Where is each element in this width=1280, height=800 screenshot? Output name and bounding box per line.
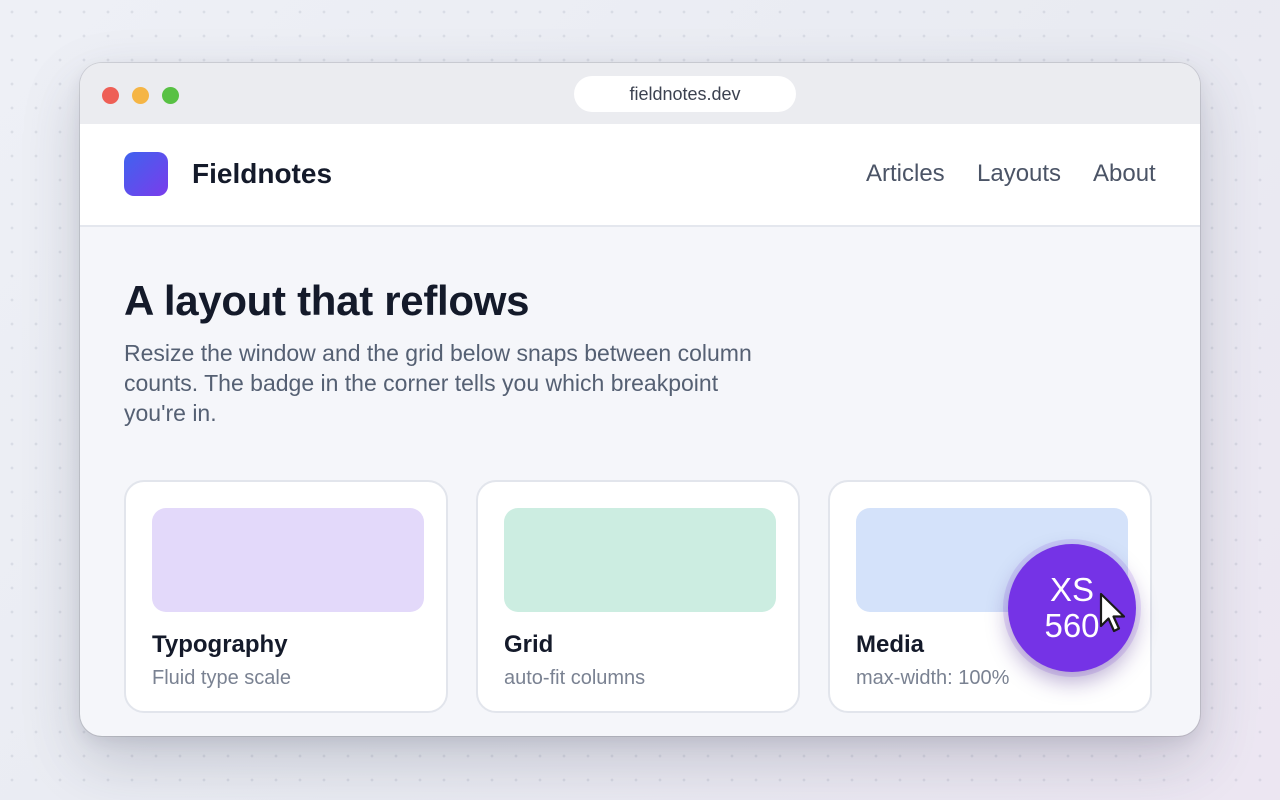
card-subtitle: auto-fit columns xyxy=(504,667,646,689)
card-typography[interactable]: Typography Fluid type scale xyxy=(124,480,448,713)
address-bar[interactable]: fieldnotes.dev xyxy=(574,76,796,112)
site-brand[interactable]: Fieldnotes xyxy=(192,156,332,192)
card-thumbnail xyxy=(152,508,424,612)
card-title: Media xyxy=(856,631,925,658)
maximize-window-button[interactable] xyxy=(162,87,179,104)
breakpoint-name: XS xyxy=(1049,571,1095,608)
site-header: Fieldnotes Articles Layouts About xyxy=(80,124,1200,227)
card-subtitle: max-width: 100% xyxy=(856,667,1010,689)
page-description: Resize the window and the grid below sna… xyxy=(124,340,752,426)
breakpoint-width: 560 xyxy=(1044,607,1100,644)
page-title: A layout that reflows xyxy=(124,277,530,324)
card-thumbnail xyxy=(504,508,776,612)
card-grid[interactable]: Grid auto-fit columns xyxy=(476,480,800,713)
nav-link-articles[interactable]: Articles xyxy=(866,156,945,192)
card-title: Grid xyxy=(504,631,554,658)
minimize-window-button[interactable] xyxy=(132,87,149,104)
card-title: Typography xyxy=(152,631,288,658)
nav-link-layouts[interactable]: Layouts xyxy=(977,156,1061,192)
logo-icon[interactable] xyxy=(124,152,168,196)
nav-link-about[interactable]: About xyxy=(1093,156,1156,192)
mouse-cursor-icon xyxy=(1099,592,1126,633)
browser-titlebar: fieldnotes.dev xyxy=(80,63,1200,124)
close-window-button[interactable] xyxy=(102,87,119,104)
card-subtitle: Fluid type scale xyxy=(152,667,291,689)
